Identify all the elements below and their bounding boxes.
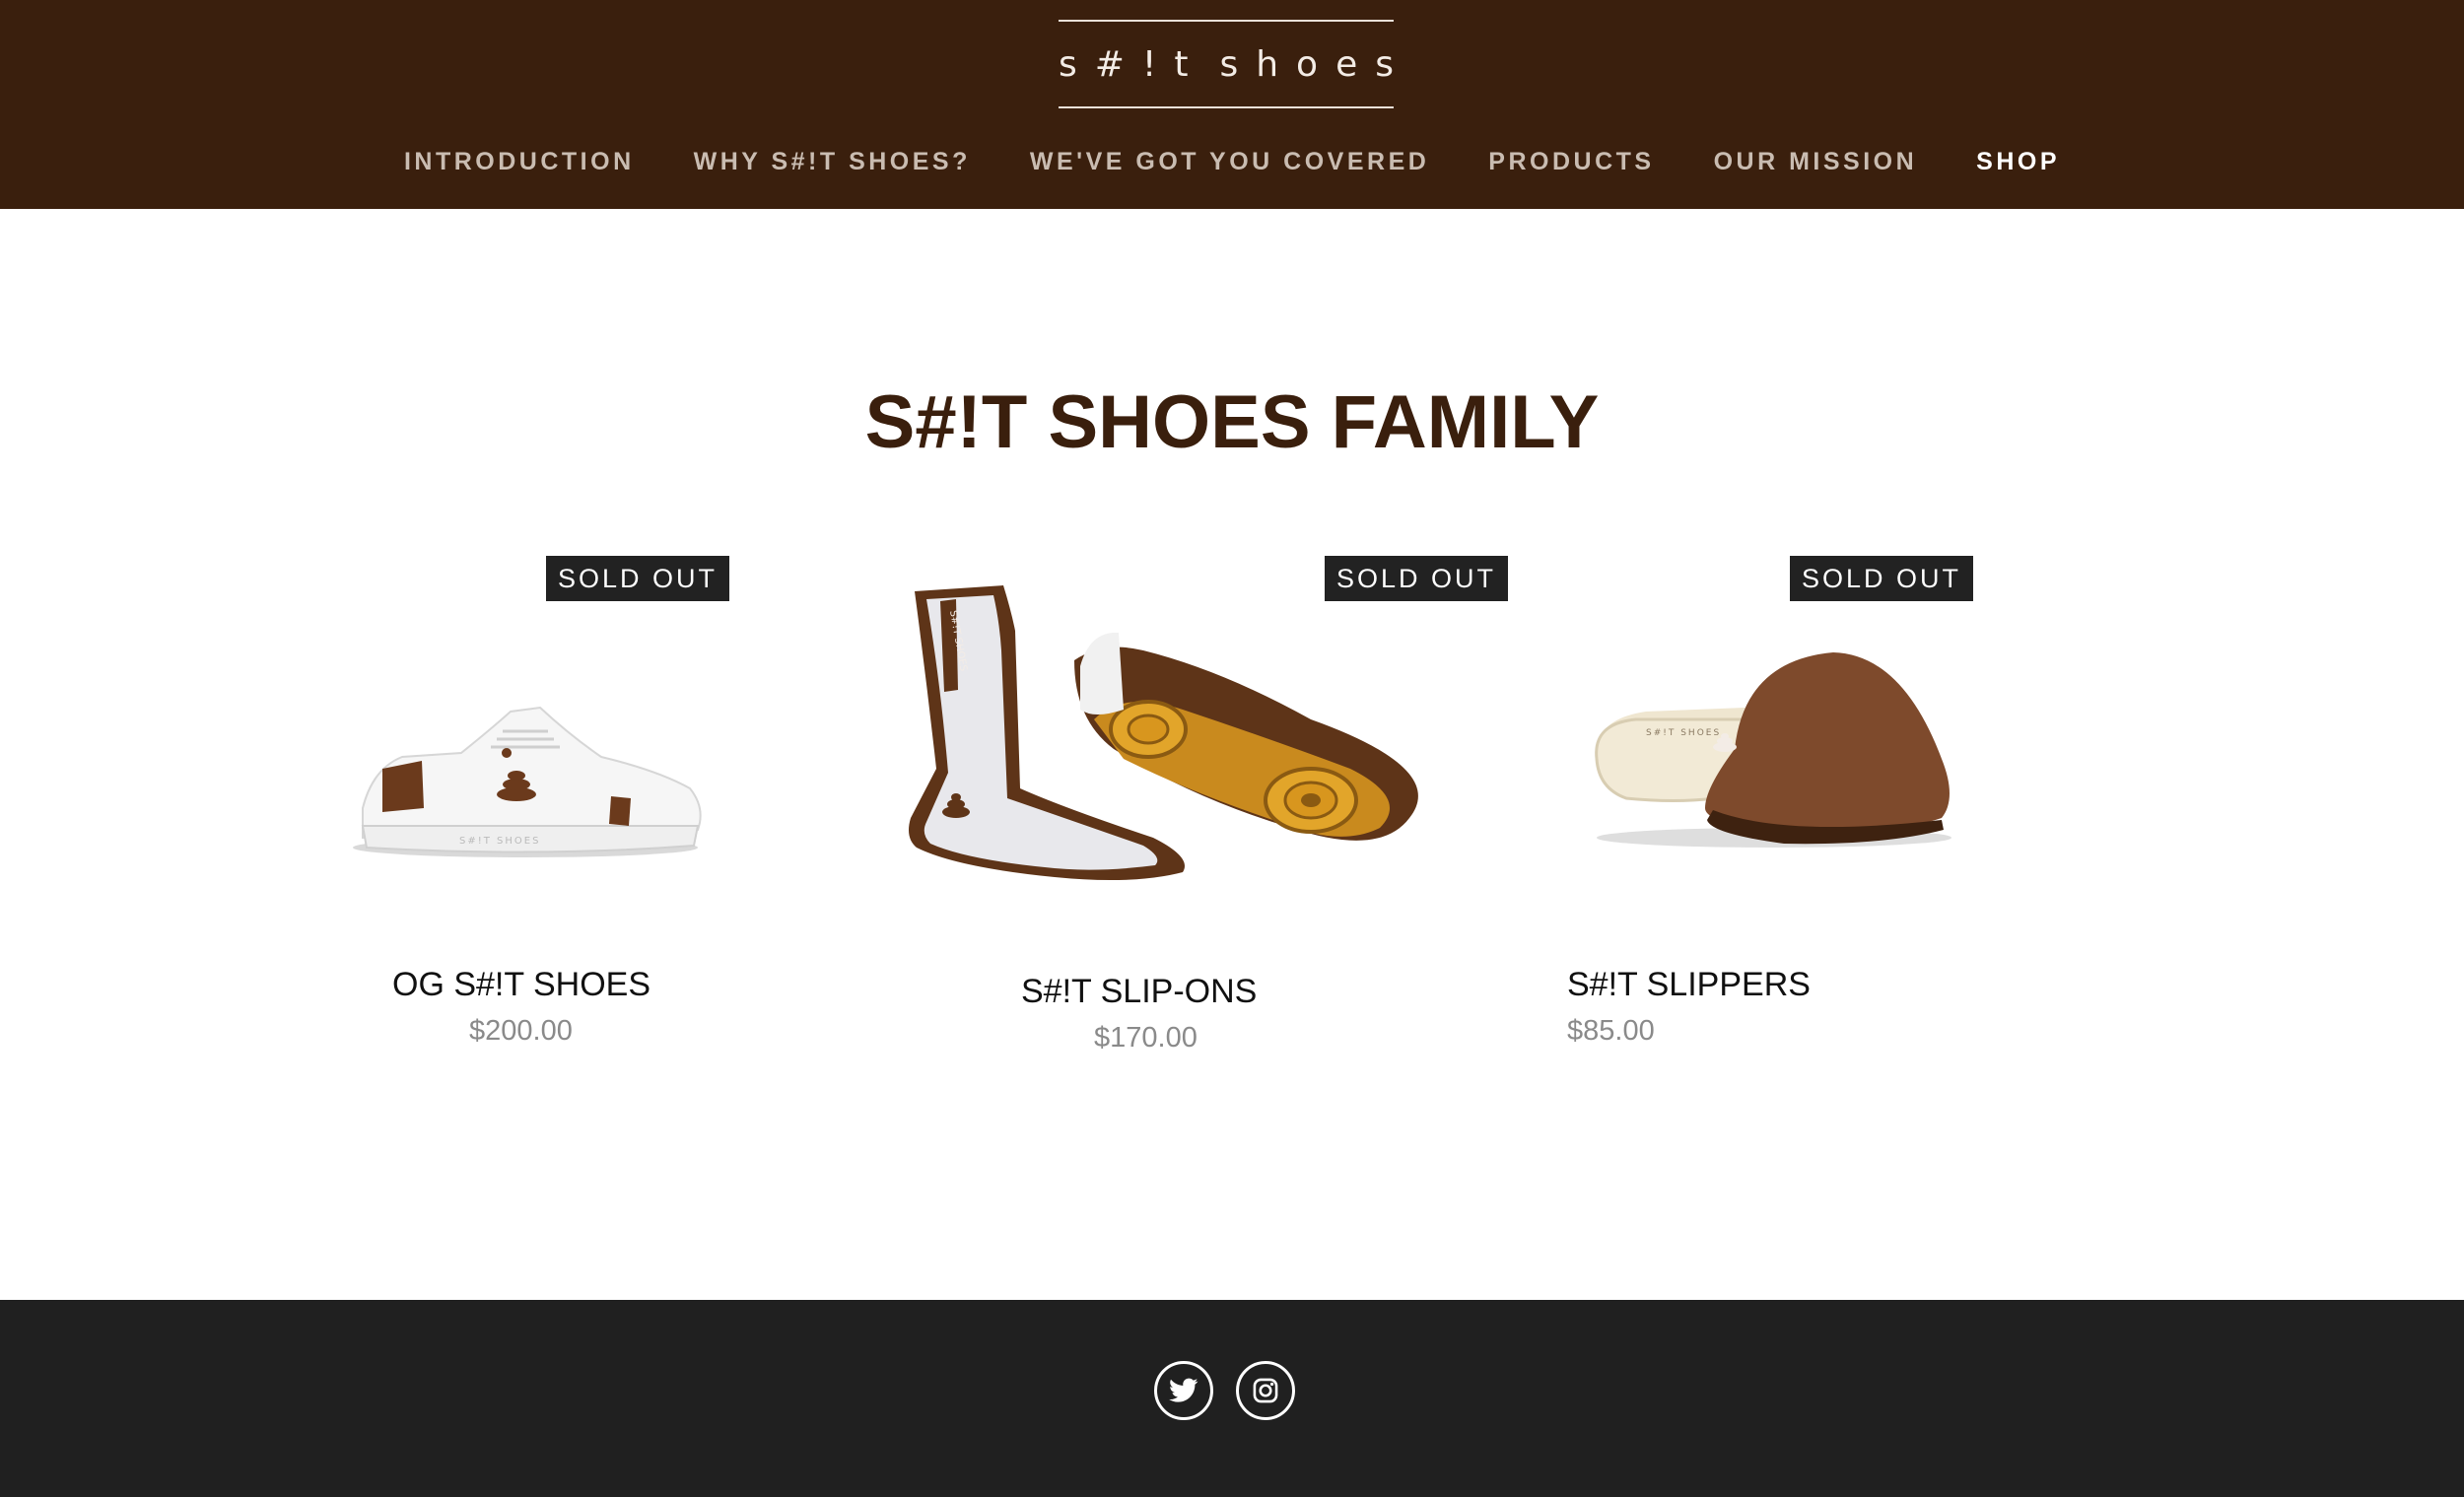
product-price: $85.00 (1567, 1015, 1655, 1047)
logo-text-shoes: shoes (1219, 43, 1411, 85)
twitter-icon (1169, 1378, 1198, 1402)
product-title[interactable]: S#!T SLIP-ONS (1021, 973, 1257, 1011)
svg-text:S#!T SHOES: S#!T SHOES (1646, 728, 1721, 738)
nav-item-introduction[interactable]: INTRODUCTION (404, 148, 635, 176)
site-header: s#!t shoes INTRODUCTION WHY S#!T SHOES? … (0, 0, 2464, 209)
nav-item-mission[interactable]: OUR MISSION (1714, 148, 1918, 176)
svg-text:S#!T SHOES: S#!T SHOES (459, 836, 540, 847)
main-nav: INTRODUCTION WHY S#!T SHOES? WE'VE GOT Y… (0, 138, 2464, 185)
nav-item-shop[interactable]: SHOP (1976, 148, 2060, 176)
product-image-slip-on[interactable]: S#!T SHOES (897, 572, 1449, 887)
nav-item-products[interactable]: PRODUCTS (1488, 148, 1654, 176)
sold-out-badge: SOLD OUT (1790, 556, 1973, 601)
nav-item-why[interactable]: WHY S#!T SHOES? (694, 148, 971, 176)
instagram-link[interactable] (1236, 1361, 1295, 1420)
site-logo[interactable]: s#!t shoes (1059, 20, 1394, 108)
logo-text: s#!t (1059, 43, 1206, 85)
product-card-og-shoes[interactable]: SOLD OUT S#!T SHOES OG S#!T SHOES $200.0… (335, 552, 749, 1064)
product-title[interactable]: OG S#!T SHOES (392, 966, 650, 1004)
product-image-sneaker[interactable]: S#!T SHOES (343, 650, 708, 867)
product-price: $200.00 (469, 1015, 573, 1047)
product-card-slip-ons[interactable]: SOLD OUT S#!T SHOES S#!T SLIP-ONS $170.0… (887, 552, 1518, 1064)
sold-out-badge: SOLD OUT (546, 556, 729, 601)
page-title: S#!T SHOES FAMILY (864, 380, 1600, 464)
twitter-link[interactable] (1154, 1361, 1213, 1420)
product-image-slipper[interactable]: S#!T SHOES (1587, 641, 1961, 857)
nav-item-covered[interactable]: WE'VE GOT YOU COVERED (1030, 148, 1429, 176)
product-title[interactable]: S#!T SLIPPERS (1567, 966, 1811, 1004)
instagram-icon (1253, 1378, 1278, 1403)
product-price: $170.00 (1094, 1022, 1198, 1054)
site-footer (0, 1300, 2464, 1497)
product-card-slippers[interactable]: SOLD OUT S#!T SHOES S#!T SLIPPERS $85.00 (1557, 552, 1991, 1064)
